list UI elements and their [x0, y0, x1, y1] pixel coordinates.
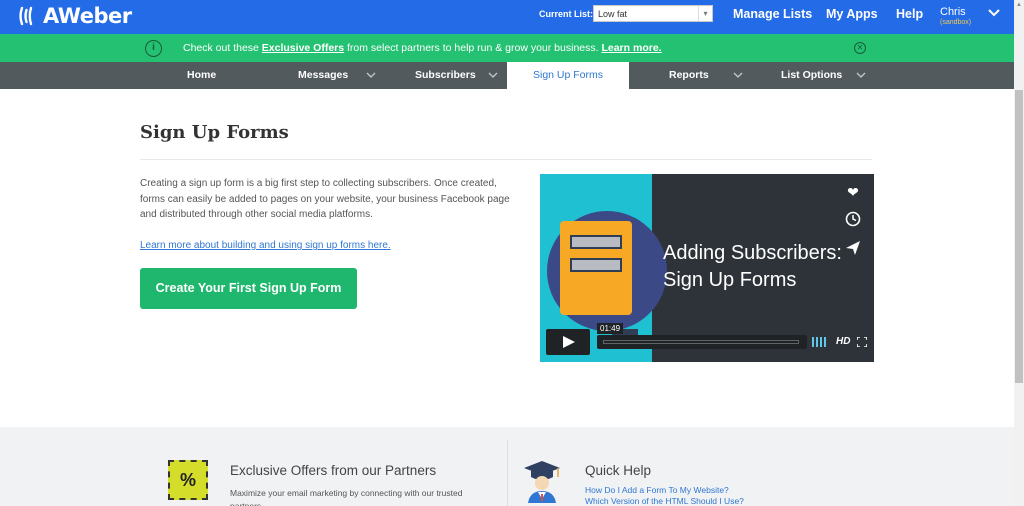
fullscreen-icon[interactable]	[857, 337, 867, 347]
chevron-down-icon	[488, 72, 498, 78]
aweber-logo-icon	[18, 5, 40, 27]
video-progress-bar[interactable]	[597, 335, 807, 349]
tab-list-options[interactable]: List Options	[781, 62, 867, 89]
form-field-graphic	[570, 235, 622, 249]
main-nav: Home Messages Subscribers Sign Up Forms …	[0, 62, 1014, 89]
info-icon: i	[145, 40, 162, 57]
tab-sign-up-forms[interactable]: Sign Up Forms	[507, 62, 629, 89]
aweber-logo[interactable]: AWeber	[18, 2, 132, 30]
progress-track	[603, 340, 799, 344]
tutorial-video[interactable]: Adding Subscribers: Sign Up Forms ❤ 01:4…	[540, 174, 874, 362]
partner-offers-title[interactable]: Exclusive Offers from our Partners	[230, 463, 436, 478]
tab-subscribers-label: Subscribers	[415, 69, 476, 81]
current-list-value: Low fat	[598, 9, 628, 19]
volume-bars-icon[interactable]	[812, 337, 830, 347]
intro-text: Creating a sign up form is a big first s…	[140, 178, 510, 220]
hd-toggle[interactable]: HD	[836, 336, 850, 347]
form-document-illustration	[560, 221, 638, 339]
dropdown-arrow-icon: ▾	[698, 6, 712, 21]
video-title-line1: Adding Subscribers:	[663, 242, 842, 264]
learn-more-forms-link[interactable]: Learn more about building and using sign…	[140, 240, 391, 251]
video-title: Adding Subscribers: Sign Up Forms	[663, 240, 842, 294]
tab-messages[interactable]: Messages	[298, 62, 378, 89]
video-title-line2: Sign Up Forms	[663, 269, 797, 291]
tab-list-options-label: List Options	[781, 69, 843, 81]
offer-text-after: from select partners to help run & grow …	[344, 42, 602, 54]
chevron-down-icon	[856, 72, 866, 78]
video-controls: 01:49 HD	[546, 323, 868, 355]
manage-lists-link[interactable]: Manage Lists	[733, 7, 812, 21]
video-duration: 01:49	[597, 323, 624, 334]
current-list-label: Current List:	[539, 9, 593, 19]
top-bar: AWeber Current List: Low fat ▾ Manage Li…	[0, 0, 1024, 34]
tab-home-label: Home	[187, 69, 217, 81]
play-button[interactable]	[546, 329, 590, 355]
title-divider	[140, 159, 872, 160]
offer-banner-text: Check out these Exclusive Offers from se…	[183, 42, 662, 54]
my-apps-link[interactable]: My Apps	[826, 7, 878, 21]
clock-icon[interactable]	[840, 207, 866, 231]
partner-offers-description: Maximize your email marketing by connect…	[230, 488, 463, 506]
tab-home[interactable]: Home	[187, 62, 216, 89]
close-icon[interactable]: ✕	[854, 42, 866, 54]
scrollbar-thumb[interactable]	[1015, 90, 1023, 383]
video-right-controls: HD	[812, 329, 868, 355]
offer-text-before: Check out these	[183, 42, 262, 54]
page-title: Sign Up Forms	[140, 122, 289, 143]
exclusive-offers-link[interactable]: Exclusive Offers	[262, 42, 344, 54]
chevron-down-icon	[733, 72, 743, 78]
page-scrollbar[interactable]: ▲	[1014, 0, 1024, 506]
play-icon	[563, 336, 575, 348]
tab-subscribers[interactable]: Subscribers	[415, 62, 500, 89]
percent-offer-icon: %	[168, 460, 208, 500]
user-name[interactable]: Chris	[940, 6, 966, 18]
current-list-select[interactable]: Low fat ▾	[593, 5, 713, 22]
send-icon[interactable]	[840, 236, 866, 260]
help-link-add-form[interactable]: How Do I Add a Form To My Website?	[585, 485, 729, 495]
create-first-form-button[interactable]: Create Your First Sign Up Form	[140, 268, 357, 309]
tab-reports-label: Reports	[669, 69, 709, 81]
tab-sign-up-forms-label: Sign Up Forms	[532, 69, 604, 81]
learn-more-link[interactable]: Learn more.	[601, 42, 661, 54]
user-account-type: (sandbox)	[940, 19, 972, 26]
heart-icon[interactable]: ❤	[840, 180, 866, 204]
logo-text: AWeber	[43, 4, 132, 28]
graduation-cap-icon	[524, 461, 560, 503]
help-link[interactable]: Help	[896, 7, 923, 21]
quick-help-title: Quick Help	[585, 463, 652, 478]
tab-reports[interactable]: Reports	[669, 62, 744, 89]
form-field-graphic	[570, 258, 622, 272]
user-menu-chevron-icon[interactable]	[988, 8, 1000, 20]
tab-messages-label: Messages	[298, 69, 349, 81]
footer-divider	[507, 440, 508, 506]
scroll-up-icon[interactable]: ▲	[1015, 2, 1023, 10]
chevron-down-icon	[366, 72, 376, 78]
help-link-html-version[interactable]: Which Version of the HTML Should I Use?	[585, 496, 744, 506]
offer-banner: i Check out these Exclusive Offers from …	[0, 34, 1014, 62]
